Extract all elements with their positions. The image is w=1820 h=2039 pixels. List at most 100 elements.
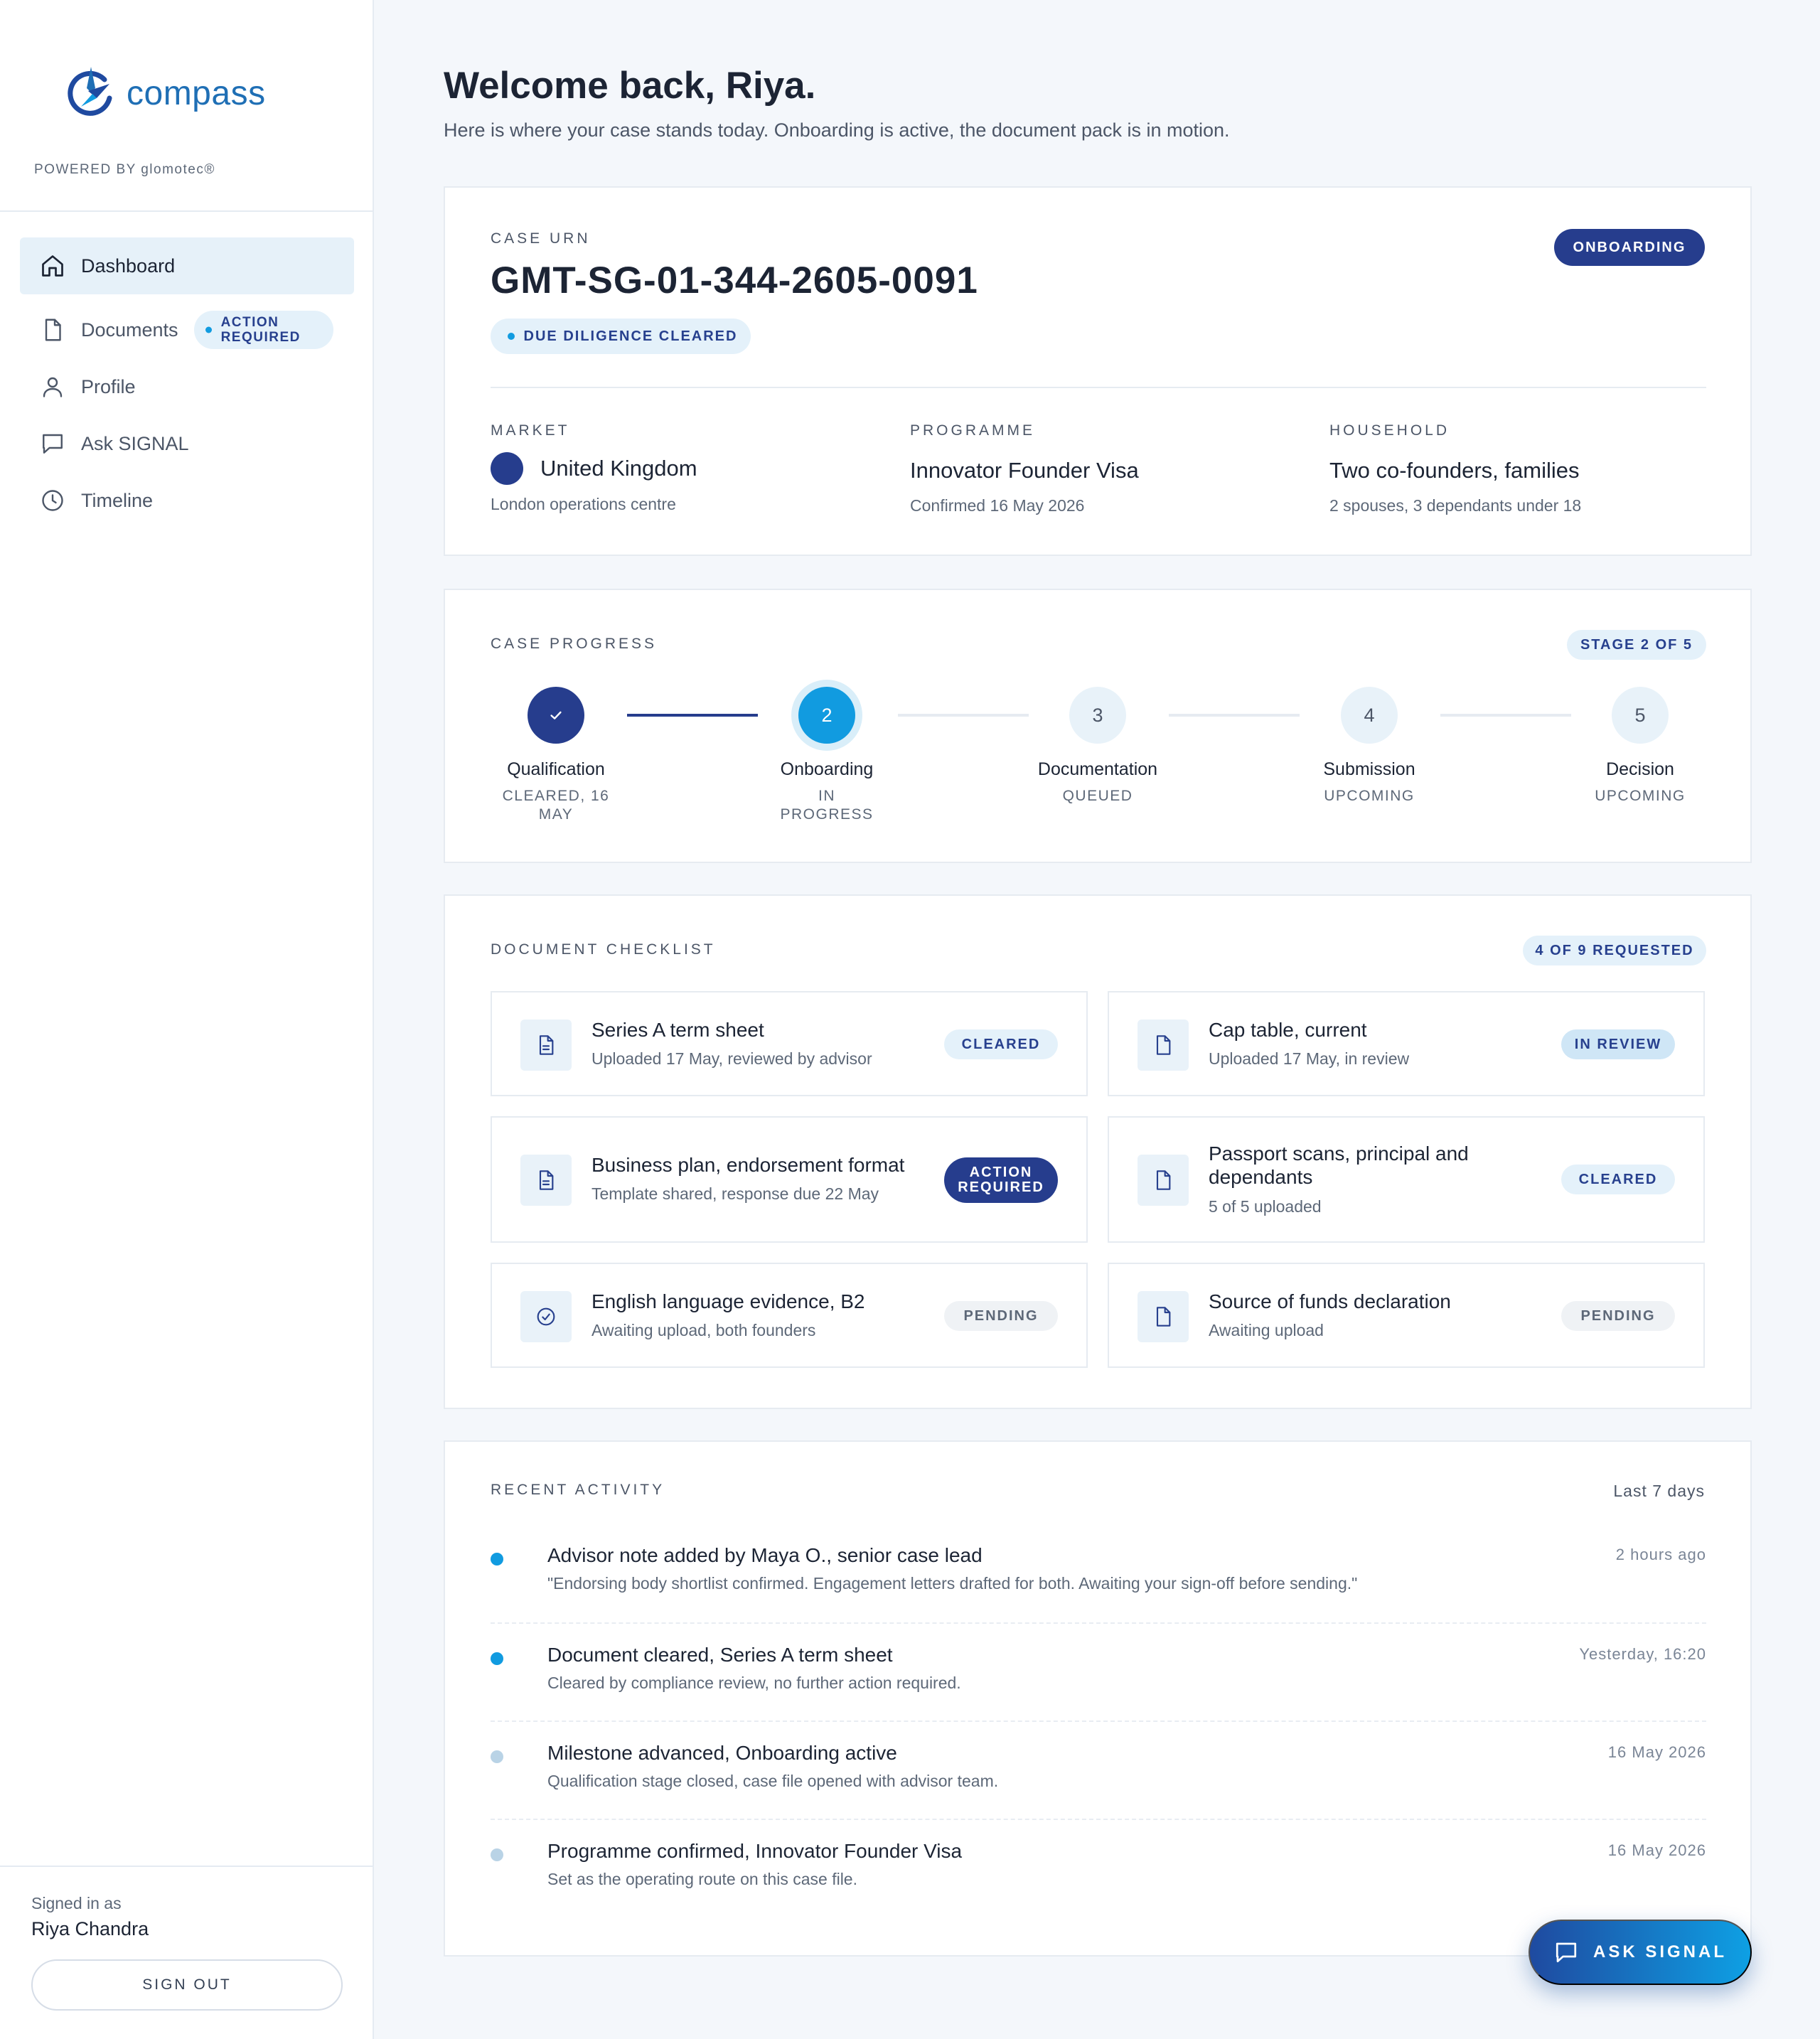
document-item[interactable]: Series A term sheet Uploaded 17 May, rev… xyxy=(491,991,1088,1096)
sidebar-nav: Dashboard Documents ACTION REQUIRED Prof… xyxy=(20,237,354,529)
household-sub: 2 spouses, 3 dependants under 18 xyxy=(1329,496,1582,515)
household-value: Two co-founders, families xyxy=(1329,458,1580,483)
document-status-badge: IN REVIEW xyxy=(1561,1029,1675,1059)
sidebar-item-label: Ask SIGNAL xyxy=(81,432,189,454)
case-summary-card: CASE URN GMT-SG-01-344-2605-0091 ONBOARD… xyxy=(444,186,1752,556)
document-icon xyxy=(1138,1020,1189,1071)
activity-dot xyxy=(491,1553,503,1566)
activity-divider xyxy=(491,1819,1706,1820)
progress-connector xyxy=(627,714,758,717)
market-sub: London operations centre xyxy=(491,495,676,513)
document-item[interactable]: English language evidence, B2 Awaiting u… xyxy=(491,1263,1088,1368)
activity-divider xyxy=(491,1720,1706,1722)
sidebar: compass POWERED BY glomotec® Dashboard D… xyxy=(0,0,374,2039)
sign-out-button[interactable]: SIGN OUT xyxy=(31,1959,343,2011)
sidebar-footer-divider xyxy=(0,1866,374,1867)
document-icon xyxy=(1138,1155,1189,1206)
chat-icon xyxy=(1556,1942,1577,1963)
activity-sub: Set as the operating route on this case … xyxy=(547,1870,857,1888)
step-status: UPCOMING xyxy=(1595,788,1686,804)
activity-dot xyxy=(491,1848,503,1861)
sidebar-item-documents[interactable]: Documents ACTION REQUIRED xyxy=(20,301,354,358)
market-label: MARKET xyxy=(491,422,570,439)
sidebar-divider xyxy=(0,210,374,212)
programme-sub: Confirmed 16 May 2026 xyxy=(910,496,1085,515)
activity-item[interactable]: Programme confirmed, Innovator Founder V… xyxy=(491,1840,1706,1904)
programme-label: PROGRAMME xyxy=(910,422,1036,439)
sidebar-item-label: Documents xyxy=(81,319,178,341)
ask-signal-button[interactable]: ASK SIGNAL xyxy=(1529,1920,1752,1985)
step-status: UPCOMING xyxy=(1324,788,1415,804)
activity-sub: "Endorsing body shortlist confirmed. Eng… xyxy=(547,1574,1358,1593)
document-item[interactable]: Passport scans, principal and dependants… xyxy=(1108,1116,1705,1243)
checkmark-icon xyxy=(550,711,562,719)
page-subtitle: Here is where your case stands today. On… xyxy=(444,119,1230,141)
activity-range[interactable]: Last 7 days xyxy=(1613,1482,1705,1501)
sidebar-item-timeline[interactable]: Timeline xyxy=(20,472,354,529)
document-status-badge: PENDING xyxy=(1561,1301,1675,1331)
document-status-badge: CLEARED xyxy=(944,1029,1058,1059)
activity-item[interactable]: Advisor note added by Maya O., senior ca… xyxy=(491,1544,1706,1608)
programme-value: Innovator Founder Visa xyxy=(910,458,1139,483)
activity-sub: Qualification stage closed, case file op… xyxy=(547,1772,999,1790)
document-title: Cap table, current xyxy=(1209,1019,1367,1041)
case-status-badge: ONBOARDING xyxy=(1554,229,1705,266)
step-indicator: 4 xyxy=(1341,687,1398,744)
progress-connector xyxy=(1169,714,1300,717)
document-title: Passport scans, principal and dependants xyxy=(1209,1142,1469,1188)
step-qualification[interactable]: Qualification CLEARED, 16 MAY xyxy=(485,687,627,824)
step-onboarding[interactable]: 2 Onboarding IN PROGRESS xyxy=(756,687,898,824)
activity-title: Programme confirmed, Innovator Founder V… xyxy=(547,1840,963,1862)
document-lines-icon xyxy=(520,1155,572,1206)
step-name: Qualification xyxy=(507,759,605,779)
sidebar-item-label: Dashboard xyxy=(81,255,176,277)
stage-badge: STAGE 2 OF 5 xyxy=(1567,630,1706,660)
programme-column: PROGRAMME Innovator Founder Visa Confirm… xyxy=(910,422,1139,515)
step-decision[interactable]: 5 Decision UPCOMING xyxy=(1569,687,1711,806)
user-name: Riya Chandra xyxy=(31,1918,149,1939)
document-icon xyxy=(45,319,61,341)
user-icon xyxy=(43,377,63,397)
activity-dot xyxy=(491,1750,503,1763)
document-sub: Template shared, response due 22 May xyxy=(592,1184,879,1203)
document-sub: Uploaded 17 May, in review xyxy=(1209,1049,1410,1068)
case-divider xyxy=(491,387,1706,388)
document-sub: Uploaded 17 May, reviewed by advisor xyxy=(592,1049,872,1068)
document-lines-icon xyxy=(520,1020,572,1071)
step-submission[interactable]: 4 Submission UPCOMING xyxy=(1298,687,1440,806)
powered-by: POWERED BY glomotec® xyxy=(34,162,215,177)
step-name: Documentation xyxy=(1037,759,1158,779)
sidebar-item-label: Timeline xyxy=(81,489,154,511)
market-column: MARKET United Kingdom London operations … xyxy=(491,422,697,514)
activity-item[interactable]: Milestone advanced, Onboarding active Qu… xyxy=(491,1742,1706,1806)
document-sub: Awaiting upload, both founders xyxy=(592,1321,816,1339)
step-status: QUEUED xyxy=(1062,788,1133,804)
activity-dot xyxy=(491,1652,503,1665)
step-name: Submission xyxy=(1323,759,1415,779)
document-item[interactable]: Cap table, current Uploaded 17 May, in r… xyxy=(1108,991,1705,1096)
step-indicator xyxy=(528,687,584,744)
sidebar-item-dashboard[interactable]: Dashboard xyxy=(20,237,354,294)
sidebar-item-label: Profile xyxy=(81,375,136,397)
step-indicator: 3 xyxy=(1069,687,1126,744)
step-documentation[interactable]: 3 Documentation QUEUED xyxy=(1027,687,1169,806)
document-title: English language evidence, B2 xyxy=(592,1290,865,1312)
market-value-row: United Kingdom xyxy=(491,452,697,485)
activity-title: Advisor note added by Maya O., senior ca… xyxy=(547,1544,983,1566)
sidebar-item-ask-signal[interactable]: Ask SIGNAL xyxy=(20,415,354,472)
step-status: CLEARED, 16 MAY xyxy=(502,788,610,823)
sidebar-item-profile[interactable]: Profile xyxy=(20,358,354,415)
brand-logo[interactable]: compass xyxy=(60,63,266,124)
action-required-badge: ACTION REQUIRED xyxy=(193,311,333,349)
activity-title: Document cleared, Series A term sheet xyxy=(547,1644,893,1666)
document-item[interactable]: Source of funds declaration Awaiting upl… xyxy=(1108,1263,1705,1368)
activity-item[interactable]: Document cleared, Series A term sheet Cl… xyxy=(491,1644,1706,1708)
ask-signal-label: ASK SIGNAL xyxy=(1592,1942,1727,1962)
document-item[interactable]: Business plan, endorsement format Templa… xyxy=(491,1116,1088,1243)
activity-divider xyxy=(491,1622,1706,1624)
step-indicator: 2 xyxy=(798,687,855,744)
activity-title: Milestone advanced, Onboarding active xyxy=(547,1742,897,1764)
activity-time: 16 May 2026 xyxy=(1607,1841,1706,1859)
step-status: IN PROGRESS xyxy=(780,788,874,823)
document-title: Series A term sheet xyxy=(592,1019,764,1041)
